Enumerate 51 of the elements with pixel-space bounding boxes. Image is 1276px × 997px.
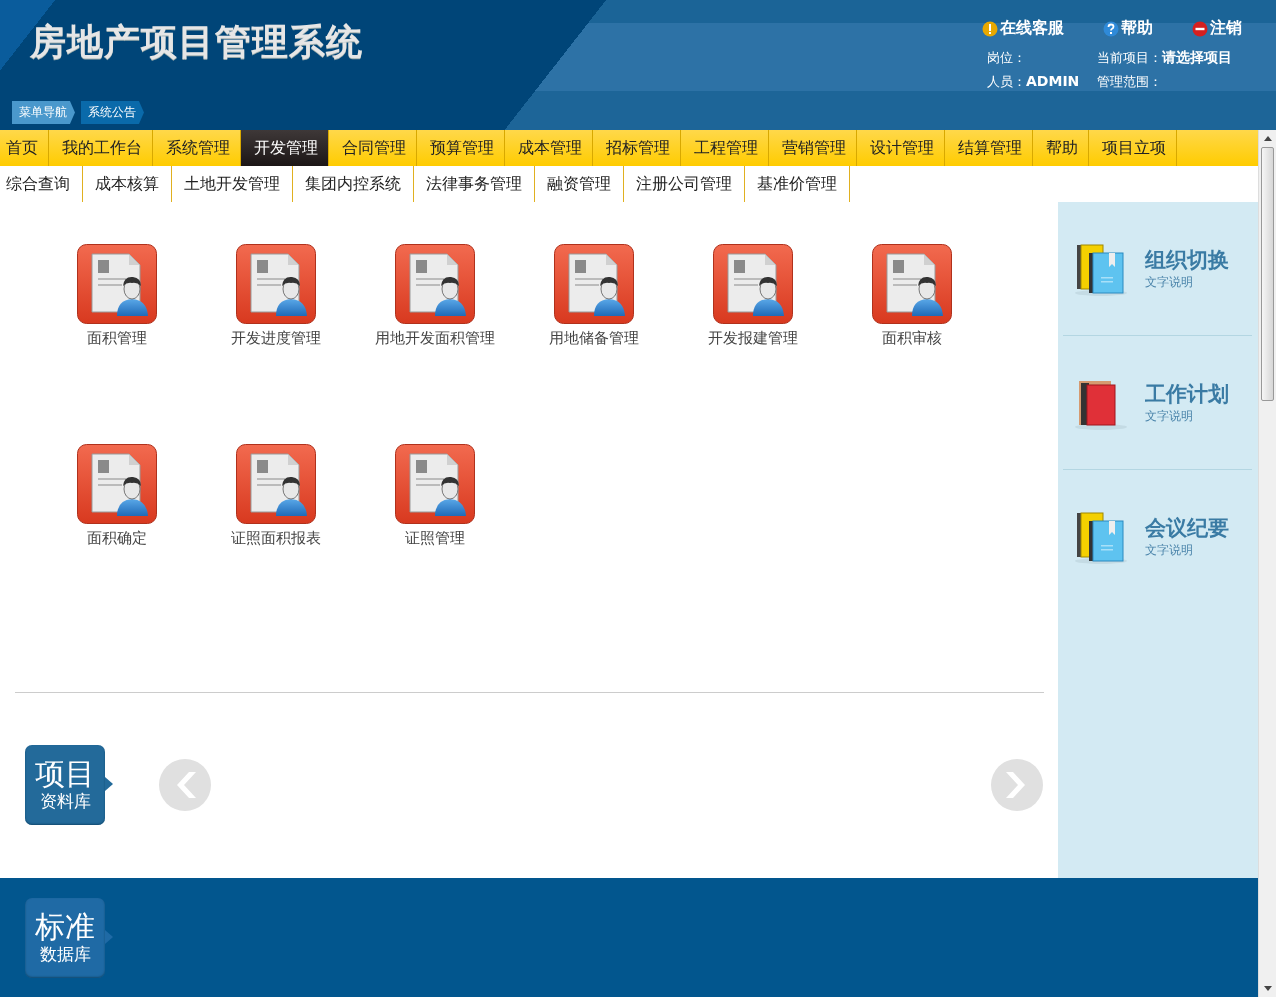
help-icon bbox=[1103, 20, 1119, 37]
document-user-icon[interactable] bbox=[235, 244, 316, 324]
scrollbar[interactable] bbox=[1258, 130, 1276, 997]
warning-icon bbox=[982, 20, 998, 37]
sub-nav-tab[interactable]: 集团内控系统 bbox=[293, 166, 414, 202]
app-title: 房地产项目管理系统 bbox=[29, 20, 363, 64]
module-label[interactable]: 面积确定 bbox=[56, 530, 177, 546]
side-caption: 文字说明 bbox=[1145, 408, 1194, 425]
nav-tab[interactable]: 开发管理 bbox=[241, 130, 329, 166]
side-link[interactable]: 工作计划 bbox=[1145, 380, 1229, 408]
project-library-badge[interactable]: 项目 资料库 bbox=[25, 745, 113, 825]
sub-nav-tab[interactable]: 基准价管理 bbox=[745, 166, 850, 202]
module-label[interactable]: 证照面积报表 bbox=[215, 530, 336, 546]
side-caption: 文字说明 bbox=[1145, 542, 1194, 559]
info-label: 人员： bbox=[987, 73, 1026, 91]
sub-nav-tab[interactable]: 融资管理 bbox=[535, 166, 624, 202]
info-label: 管理范围： bbox=[1097, 73, 1162, 91]
document-user-icon[interactable] bbox=[76, 444, 157, 524]
no-entry-icon bbox=[1192, 20, 1208, 37]
info-label: 岗位： bbox=[987, 49, 1026, 67]
module-label[interactable]: 证照管理 bbox=[374, 530, 495, 546]
info-value: ADMIN bbox=[1026, 73, 1080, 89]
sub-nav-tab[interactable]: 土地开发管理 bbox=[172, 166, 293, 202]
side-caption: 文字说明 bbox=[1145, 274, 1194, 291]
sub-nav-tab[interactable]: 注册公司管理 bbox=[624, 166, 745, 202]
sub-nav-tab[interactable]: 法律事务管理 bbox=[414, 166, 535, 202]
document-user-icon[interactable] bbox=[76, 244, 157, 324]
info-label: 当前项目： bbox=[1097, 49, 1162, 67]
module-label[interactable]: 用地开发面积管理 bbox=[374, 330, 495, 346]
document-user-icon[interactable] bbox=[871, 244, 952, 324]
module-label[interactable]: 面积管理 bbox=[56, 330, 177, 346]
header-link[interactable]: 在线客服 bbox=[982, 18, 1064, 39]
module-label[interactable]: 开发报建管理 bbox=[692, 330, 813, 346]
module-label[interactable]: 用地储备管理 bbox=[533, 330, 654, 346]
sub-nav-tab[interactable]: 成本核算 bbox=[83, 166, 172, 202]
module-label[interactable]: 开发进度管理 bbox=[215, 330, 336, 346]
document-user-icon[interactable] bbox=[394, 444, 475, 524]
document-user-icon[interactable] bbox=[235, 444, 316, 524]
document-user-icon[interactable] bbox=[553, 244, 634, 324]
standard-database-badge[interactable]: 标准 数据库 bbox=[25, 898, 113, 978]
side-link[interactable]: 组织切换 bbox=[1145, 246, 1229, 274]
module-label[interactable]: 面积审核 bbox=[851, 330, 972, 346]
breadcrumb-tab[interactable]: 系统公告 bbox=[81, 101, 144, 124]
document-user-icon[interactable] bbox=[394, 244, 475, 324]
scroll-thumb[interactable] bbox=[1261, 147, 1274, 401]
sub-nav-tab[interactable]: 综合查询 bbox=[0, 166, 83, 202]
header-link[interactable]: 帮助 bbox=[1103, 18, 1153, 39]
document-user-icon[interactable] bbox=[712, 244, 793, 324]
info-value: 请选择项目 bbox=[1162, 49, 1232, 67]
header-link[interactable]: 注销 bbox=[1192, 18, 1242, 39]
side-link[interactable]: 会议纪要 bbox=[1145, 514, 1229, 542]
